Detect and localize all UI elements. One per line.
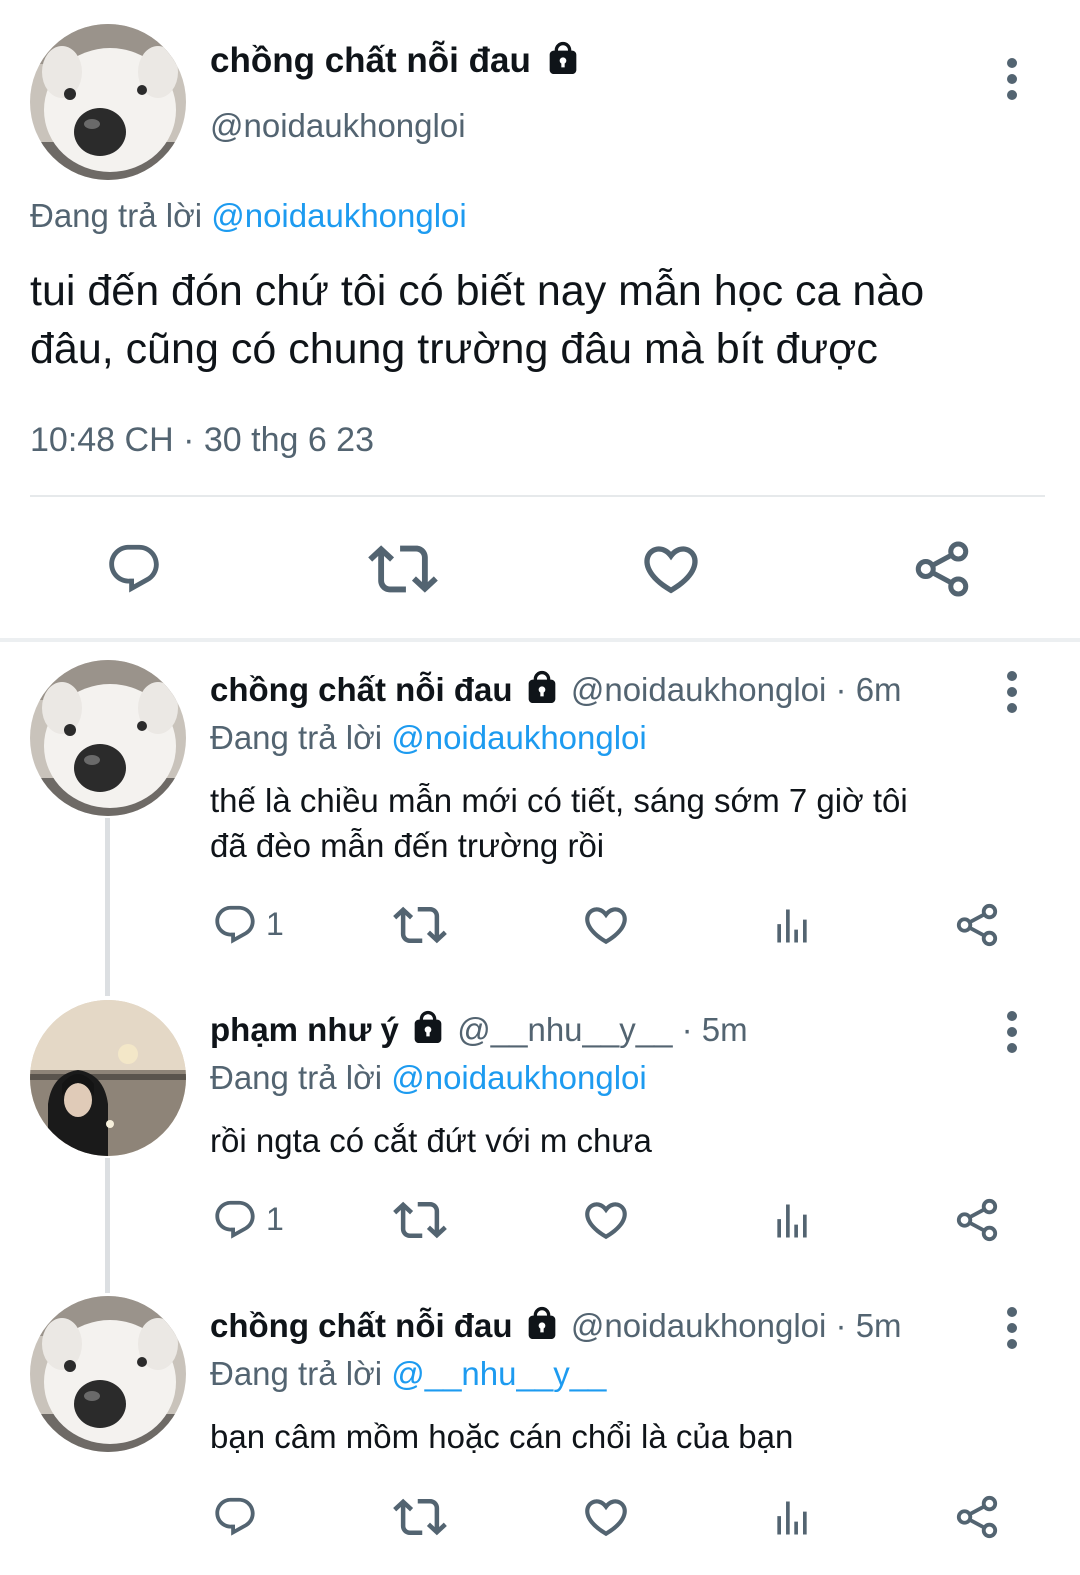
views-icon[interactable] <box>770 904 814 948</box>
dog-avatar-image <box>30 1296 186 1452</box>
retweet-icon[interactable] <box>393 1490 447 1544</box>
replying-to-line: Đang trả lời @noidaukhongloi <box>210 716 647 760</box>
author-name[interactable]: chồng chất nỗi đau <box>210 671 513 708</box>
like-icon[interactable] <box>639 537 703 601</box>
views-icon[interactable] <box>770 1496 814 1540</box>
reply-text-line: đã đèo mẫn đến trường rồi <box>210 827 605 864</box>
reply-text: bạn câm mồm hoặc cán chổi là của bạn <box>210 1414 793 1459</box>
reply-header: chồng chất nỗi đau @noidaukhongloi · 5m <box>210 1304 902 1348</box>
share-icon[interactable] <box>954 1494 1000 1540</box>
more-options-icon[interactable] <box>1007 58 1019 106</box>
avatar[interactable] <box>30 1000 186 1156</box>
reply-text: rồi ngta có cắt đứt với m chưa <box>210 1118 652 1163</box>
reply-text-line: rồi ngta có cắt đứt với m chưa <box>210 1122 652 1159</box>
avatar[interactable] <box>30 24 186 180</box>
more-options-icon[interactable] <box>1007 671 1019 719</box>
reply-icon[interactable] <box>212 1197 258 1243</box>
tweet-text-line: tui đến đón chứ tôi có biết nay mẫn học … <box>30 267 925 315</box>
lock-icon <box>543 39 583 79</box>
reply-count: 1 <box>266 1201 284 1237</box>
retweet-icon[interactable] <box>368 534 438 604</box>
replying-label: Đang trả lời <box>210 719 383 756</box>
author-name-text: chồng chất nỗi đau <box>210 41 531 80</box>
author-handle[interactable]: @noidaukhongloi <box>210 104 466 148</box>
tweet-text-line: đâu, cũng có chung trường đâu mà bít đượ… <box>30 325 878 373</box>
reply-text-line: bạn câm mồm hoặc cán chổi là của bạn <box>210 1418 794 1455</box>
replying-to-line: Đang trả lời @noidaukhongloi <box>30 194 467 238</box>
author-handle-time[interactable]: @noidaukhongloi · 6m <box>571 671 902 708</box>
author-handle-time[interactable]: @__nhu__y__ · 5m <box>457 1011 747 1048</box>
more-options-icon[interactable] <box>1007 1011 1019 1059</box>
tweet-text: tui đến đón chứ tôi có biết nay mẫn học … <box>30 262 924 378</box>
reply-text: thế là chiều mẫn mới có tiết, sáng sớm 7… <box>210 778 908 868</box>
dog-avatar-image <box>30 24 186 180</box>
avatar[interactable] <box>30 1296 186 1452</box>
replying-label: Đang trả lời <box>30 197 203 234</box>
reply-icon[interactable] <box>212 902 258 948</box>
more-options-icon[interactable] <box>1007 1307 1019 1355</box>
replying-label: Đang trả lời <box>210 1355 383 1392</box>
author-name[interactable]: phạm như ý <box>210 1011 399 1048</box>
author-name[interactable]: chồng chất nỗi đau <box>210 38 583 84</box>
reply-text-line: thế là chiều mẫn mới có tiết, sáng sớm 7… <box>210 782 908 819</box>
replying-to-link[interactable]: @noidaukhongloi <box>391 1059 647 1096</box>
replying-to-line: Đang trả lời @__nhu__y__ <box>210 1352 606 1396</box>
like-icon[interactable] <box>581 900 631 950</box>
replying-to-line: Đang trả lời @noidaukhongloi <box>210 1056 647 1100</box>
replying-to-link[interactable]: @__nhu__y__ <box>391 1355 606 1392</box>
retweet-icon[interactable] <box>393 1193 447 1247</box>
share-icon[interactable] <box>954 902 1000 948</box>
reply-icon[interactable] <box>105 540 163 598</box>
thread-line <box>105 818 110 996</box>
views-icon[interactable] <box>770 1199 814 1243</box>
replying-label: Đang trả lời <box>210 1059 383 1096</box>
dog-avatar-image <box>30 660 186 816</box>
author-handle-time[interactable]: @noidaukhongloi · 5m <box>571 1307 902 1344</box>
tweet-timestamp[interactable]: 10:48 CH · 30 thg 6 23 <box>30 418 374 462</box>
like-icon[interactable] <box>581 1195 631 1245</box>
replying-to-link[interactable]: @noidaukhongloi <box>211 197 467 234</box>
share-icon[interactable] <box>954 1197 1000 1243</box>
lock-icon <box>408 1008 448 1048</box>
avatar[interactable] <box>30 660 186 816</box>
like-icon[interactable] <box>581 1492 631 1542</box>
divider <box>30 495 1045 497</box>
lock-icon <box>522 668 562 708</box>
retweet-icon[interactable] <box>393 898 447 952</box>
lock-icon <box>522 1304 562 1344</box>
reply-header: chồng chất nỗi đau @noidaukhongloi · 6m <box>210 668 902 712</box>
girl-avatar-image <box>30 1000 186 1156</box>
section-divider <box>0 638 1080 642</box>
author-name[interactable]: chồng chất nỗi đau <box>210 1307 513 1344</box>
reply-icon[interactable] <box>212 1494 258 1540</box>
reply-count: 1 <box>266 906 284 942</box>
share-icon[interactable] <box>912 539 972 599</box>
replying-to-link[interactable]: @noidaukhongloi <box>391 719 647 756</box>
thread-line <box>105 1158 110 1293</box>
reply-header: phạm như ý @__nhu__y__ · 5m <box>210 1008 748 1052</box>
